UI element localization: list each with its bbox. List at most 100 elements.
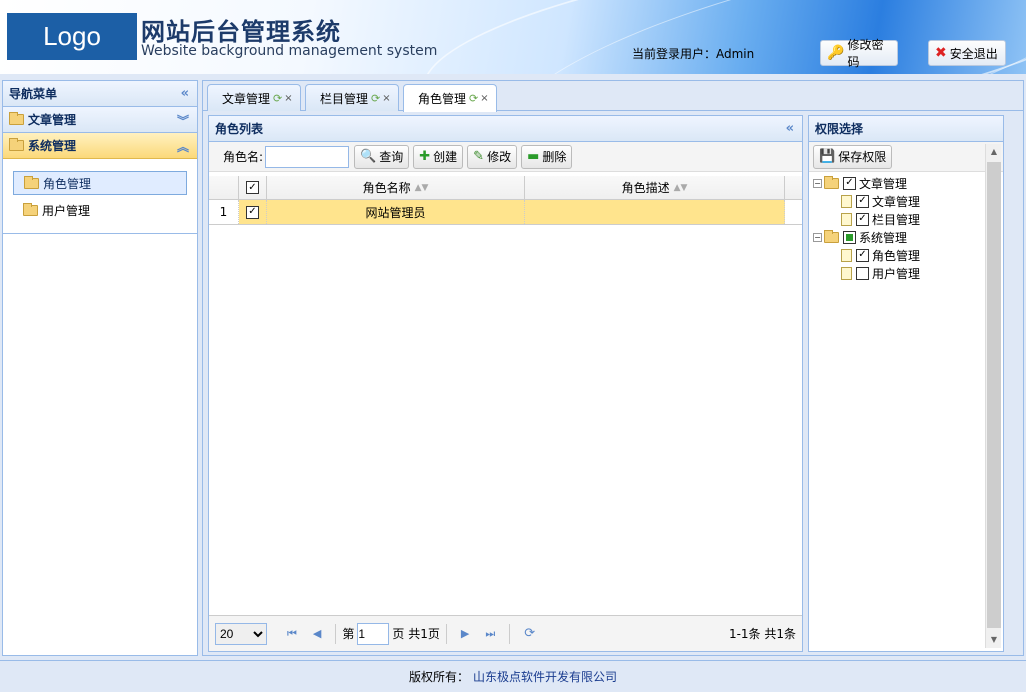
tree-checkbox[interactable]: ✓ <box>856 212 869 226</box>
folder-icon <box>23 202 38 216</box>
tree-node-user-management[interactable]: 用户管理 <box>813 264 1003 282</box>
delete-label: 删除 <box>542 150 567 164</box>
collapse-up-icon[interactable]: ︽ <box>177 138 189 155</box>
collapse-toggle-icon[interactable]: − <box>813 178 822 188</box>
scroll-down-icon[interactable]: ▼ <box>986 632 1002 648</box>
nav-section-label: 系统管理 <box>28 139 77 153</box>
divider <box>509 623 511 644</box>
prev-page-icon[interactable]: ◀ <box>313 627 321 640</box>
next-page-icon[interactable]: ▶ <box>461 627 469 640</box>
minus-icon: ▬ <box>527 149 540 164</box>
search-label: 角色名: <box>223 150 264 164</box>
permission-panel-title: 权限选择 <box>815 122 864 136</box>
expand-down-icon[interactable]: ︾ <box>177 112 189 129</box>
nav-item-role-management[interactable]: 角色管理 <box>13 171 187 195</box>
tab-label: 文章管理 <box>222 91 271 106</box>
tab-column-management[interactable]: 栏目管理 ⟳ × <box>305 84 399 111</box>
scroll-up-icon[interactable]: ▲ <box>986 144 1002 160</box>
scrollbar-thumb[interactable] <box>987 162 1001 628</box>
folder-open-icon <box>824 175 839 189</box>
nav-panel-header: 导航菜单 « <box>3 81 197 107</box>
folder-icon <box>9 138 24 151</box>
query-button[interactable]: 🔍 查询 <box>354 144 410 169</box>
first-page-icon[interactable]: ⏮ <box>287 627 297 641</box>
table-row[interactable]: 1 ✓ 网站管理员 <box>209 200 802 225</box>
tab-label: 栏目管理 <box>320 91 369 106</box>
tab-label: 角色管理 <box>418 92 467 106</box>
collapse-left-icon[interactable]: « <box>786 121 794 136</box>
close-icon[interactable]: × <box>480 93 488 104</box>
role-list-header: 角色列表 « <box>209 116 802 142</box>
tree-node-column-management[interactable]: ✓ 栏目管理 <box>813 210 1003 228</box>
tree-node-label: 栏目管理 <box>872 212 921 227</box>
nav-item-user-management[interactable]: 用户管理 <box>13 198 187 222</box>
tab-article-management[interactable]: 文章管理 ⟳ × <box>207 84 301 111</box>
total-pages-label: 页 共1页 <box>392 627 440 641</box>
collapse-left-icon[interactable]: « <box>181 86 189 101</box>
role-name-search-input[interactable] <box>265 145 350 168</box>
column-header-role-name[interactable]: 角色名称 ▲▼ <box>267 176 525 199</box>
tree-checkbox-partial[interactable] <box>843 230 856 244</box>
tree-node-label: 角色管理 <box>872 248 921 263</box>
tree-checkbox[interactable]: ✓ <box>843 176 856 190</box>
logout-button[interactable]: ✖ 安全退出 <box>928 40 1006 66</box>
column-label: 角色名称 <box>362 181 411 195</box>
refresh-icon[interactable]: ⟳ <box>273 92 282 105</box>
nav-item-label: 用户管理 <box>42 203 91 218</box>
page-size-select[interactable]: 20 <box>215 622 267 645</box>
permission-toolbar: 💾 保存权限 <box>809 142 1003 172</box>
tree-node-article-sub[interactable]: ✓ 文章管理 <box>813 192 1003 210</box>
add-icon: ✚ <box>419 149 431 164</box>
edit-button[interactable]: ✎ 修改 <box>467 144 518 169</box>
vertical-scrollbar[interactable]: ▲ ▼ <box>985 144 1001 648</box>
save-permissions-button[interactable]: 💾 保存权限 <box>813 144 893 169</box>
tree-node-label: 文章管理 <box>872 194 921 209</box>
refresh-icon[interactable]: ⟳ <box>524 626 535 641</box>
tree-node-label: 文章管理 <box>859 176 908 191</box>
row-checkbox[interactable]: ✓ <box>246 205 259 219</box>
row-checkbox-cell: ✓ <box>239 200 267 224</box>
create-button[interactable]: ✚ 创建 <box>413 144 464 169</box>
nav-section-system[interactable]: 系统管理 ︽ <box>3 133 197 159</box>
logo: Logo <box>7 13 137 60</box>
permission-panel-header: 权限选择 <box>809 116 1003 142</box>
tree-checkbox[interactable]: ✓ <box>856 194 869 208</box>
divider <box>445 623 447 644</box>
search-icon: 🔍 <box>360 149 377 164</box>
change-password-button[interactable]: 🔑 修改密码 <box>820 38 898 69</box>
folder-icon <box>24 175 39 189</box>
tree-node-system-management[interactable]: − 系统管理 <box>813 228 1003 246</box>
column-header-role-desc[interactable]: 角色描述 ▲▼ <box>525 176 785 199</box>
system-title: 网站后台管理系统 <box>141 18 341 46</box>
permission-panel: 权限选择 💾 保存权限 − ✓ 文章管理 ✓ 文章管理 ✓ 栏目管理 − 系统管… <box>808 115 1004 652</box>
close-icon[interactable]: × <box>284 93 292 104</box>
refresh-icon[interactable]: ⟳ <box>469 92 478 105</box>
tree-checkbox[interactable]: ✓ <box>856 248 869 262</box>
tree-node-label: 系统管理 <box>859 230 908 245</box>
close-icon[interactable]: × <box>382 93 390 104</box>
tab-role-management[interactable]: 角色管理 ⟳ × <box>403 84 497 112</box>
copyright-label: 版权所有： <box>408 670 469 684</box>
folder-icon <box>9 112 24 125</box>
tree-node-role-management[interactable]: ✓ 角色管理 <box>813 246 1003 264</box>
nav-section-article[interactable]: 文章管理 ︾ <box>3 107 197 133</box>
tree-checkbox[interactable] <box>856 266 869 280</box>
create-label: 创建 <box>433 150 458 164</box>
nav-section-label: 文章管理 <box>28 113 77 127</box>
delete-button[interactable]: ▬ 删除 <box>521 144 573 169</box>
row-number: 1 <box>209 200 239 224</box>
pagination-bar: 20 ⏮ ◀ 第 页 共1页 ▶ ⏭ ⟳ 1-1条 共1条 <box>209 615 802 651</box>
page-number-input[interactable] <box>357 622 390 645</box>
last-page-icon[interactable]: ⏭ <box>485 627 495 641</box>
footer: 版权所有： 山东极点软件开发有限公司 <box>0 660 1026 692</box>
save-icon: 💾 <box>819 149 836 164</box>
select-all-checkbox[interactable]: ✓ <box>246 181 259 194</box>
tree-node-article-management[interactable]: − ✓ 文章管理 <box>813 174 1003 192</box>
nav-list: 角色管理 用户管理 <box>3 159 197 234</box>
sort-icon: ▲▼ <box>414 182 429 193</box>
collapse-toggle-icon[interactable]: − <box>813 232 822 242</box>
pencil-icon: ✎ <box>473 149 485 164</box>
permission-tree: − ✓ 文章管理 ✓ 文章管理 ✓ 栏目管理 − 系统管理 ✓ 角色管理 用户管… <box>809 172 1003 282</box>
refresh-icon[interactable]: ⟳ <box>371 92 380 105</box>
company-name: 山东极点软件开发有限公司 <box>473 670 618 684</box>
